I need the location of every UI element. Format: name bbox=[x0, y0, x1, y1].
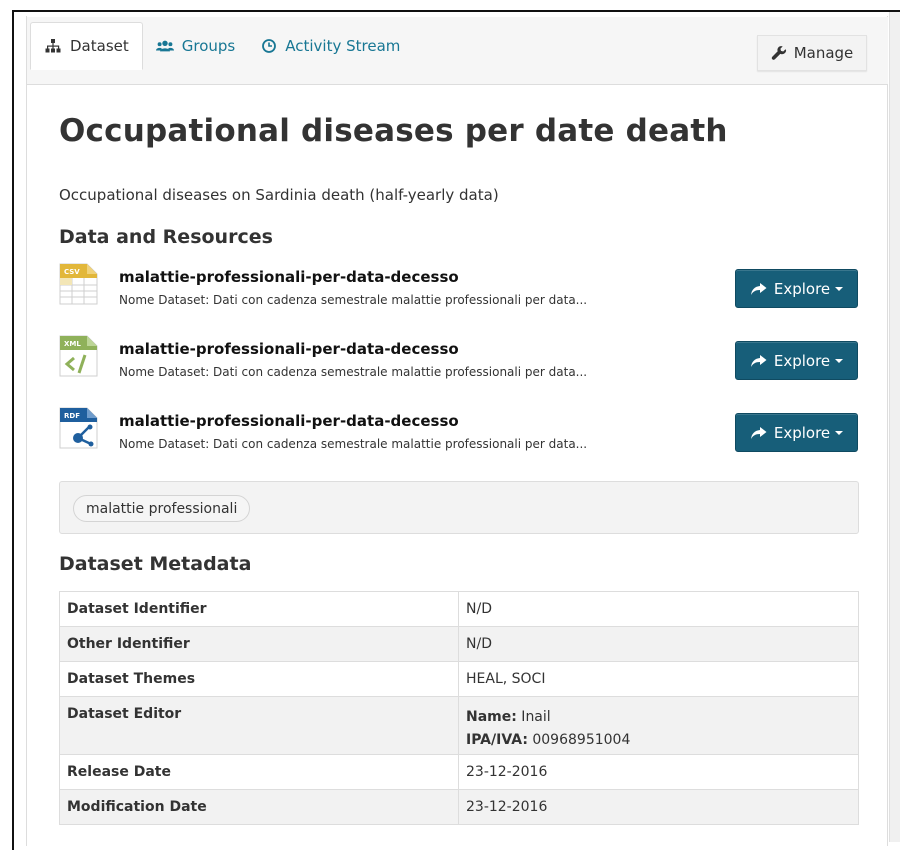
table-row: Release Date 23-12-2016 bbox=[59, 754, 859, 790]
metadata-value: N/D bbox=[458, 626, 859, 662]
editor-ipa: IPA/IVA: 00968951004 bbox=[466, 729, 851, 752]
metadata-value: 23-12-2016 bbox=[458, 754, 859, 790]
metadata-value: Name: Inail IPA/IVA: 00968951004 bbox=[458, 696, 859, 755]
resource-title-link[interactable]: malattie-professionali-per-data-decesso bbox=[119, 340, 459, 358]
table-row: Dataset Editor Name: Inail IPA/IVA: 0096… bbox=[59, 696, 859, 755]
resource-item: CSV malattie-professionali-per-data-dece… bbox=[59, 263, 859, 313]
editor-name: Name: Inail bbox=[466, 706, 851, 729]
share-arrow-icon bbox=[750, 282, 767, 295]
users-icon bbox=[155, 40, 174, 51]
caret-down-icon bbox=[835, 430, 844, 435]
resource-title-link[interactable]: malattie-professionali-per-data-decesso bbox=[119, 412, 459, 430]
csv-file-icon: CSV bbox=[59, 263, 98, 305]
scrollbar-track[interactable] bbox=[889, 12, 900, 842]
explore-button[interactable]: Explore bbox=[735, 341, 858, 380]
explore-button[interactable]: Explore bbox=[735, 413, 858, 452]
metadata-key: Modification Date bbox=[59, 789, 459, 825]
explore-button-label: Explore bbox=[773, 351, 831, 370]
metadata-value: 23-12-2016 bbox=[458, 789, 859, 825]
tab-activity-stream[interactable]: Activity Stream bbox=[248, 22, 413, 69]
table-row: Modification Date 23-12-2016 bbox=[59, 789, 859, 825]
resource-item: RDF malattie-professionali-per-data-dece… bbox=[59, 407, 859, 457]
manage-button[interactable]: Manage bbox=[757, 35, 867, 71]
editor-name-label: Name: bbox=[466, 709, 517, 725]
table-row: Dataset Themes HEAL, SOCI bbox=[59, 661, 859, 697]
xml-file-icon: XML bbox=[59, 335, 98, 377]
table-row: Dataset Identifier N/D bbox=[59, 591, 859, 627]
resource-description: Nome Dataset: Dati con cadenza semestral… bbox=[119, 293, 588, 307]
editor-ipa-value: 00968951004 bbox=[527, 732, 631, 748]
table-row: Other Identifier N/D bbox=[59, 626, 859, 662]
resource-description: Nome Dataset: Dati con cadenza semestral… bbox=[119, 365, 588, 379]
resource-item: XML malattie-professionali-per-data-dece… bbox=[59, 335, 859, 385]
explore-button-label: Explore bbox=[773, 279, 831, 298]
metadata-key: Dataset Themes bbox=[59, 661, 459, 697]
caret-down-icon bbox=[835, 358, 844, 363]
tab-label: Dataset bbox=[70, 37, 129, 55]
sitemap-icon bbox=[45, 39, 61, 53]
metadata-value: N/D bbox=[458, 591, 859, 627]
tab-label: Groups bbox=[181, 36, 236, 55]
caret-down-icon bbox=[835, 286, 844, 291]
share-arrow-icon bbox=[750, 354, 767, 367]
page-title: Occupational diseases per date death bbox=[59, 113, 728, 149]
resource-description: Nome Dataset: Dati con cadenza semestral… bbox=[119, 437, 588, 451]
tag-pill[interactable]: malattie professionali bbox=[73, 495, 251, 522]
metadata-key: Other Identifier bbox=[59, 626, 459, 662]
metadata-key: Dataset Identifier bbox=[59, 591, 459, 627]
tab-bar: Dataset Groups Activity Stream bbox=[30, 22, 413, 70]
svg-text:CSV: CSV bbox=[64, 268, 80, 276]
tags-panel: malattie professionali bbox=[59, 481, 859, 534]
metadata-value: HEAL, SOCI bbox=[458, 661, 859, 697]
svg-text:RDF: RDF bbox=[64, 412, 80, 420]
metadata-key: Release Date bbox=[59, 754, 459, 790]
metadata-heading: Dataset Metadata bbox=[59, 553, 252, 575]
tab-label: Activity Stream bbox=[285, 36, 401, 55]
metadata-table: Dataset Identifier N/D Other Identifier … bbox=[59, 591, 859, 825]
resource-title-link[interactable]: malattie-professionali-per-data-decesso bbox=[119, 268, 459, 286]
tab-groups[interactable]: Groups bbox=[143, 22, 248, 69]
editor-ipa-label: IPA/IVA: bbox=[466, 732, 528, 748]
metadata-key: Dataset Editor bbox=[59, 696, 459, 755]
editor-name-value: Inail bbox=[516, 709, 551, 725]
dataset-description: Occupational diseases on Sardinia death … bbox=[59, 186, 499, 204]
rdf-file-icon: RDF bbox=[59, 407, 98, 449]
resources-heading: Data and Resources bbox=[59, 226, 273, 248]
explore-button[interactable]: Explore bbox=[735, 269, 858, 308]
clock-icon bbox=[262, 38, 277, 53]
explore-button-label: Explore bbox=[773, 423, 831, 442]
tab-dataset[interactable]: Dataset bbox=[30, 22, 143, 70]
share-arrow-icon bbox=[750, 426, 767, 439]
manage-button-label: Manage bbox=[793, 44, 854, 62]
svg-text:XML: XML bbox=[64, 340, 81, 348]
wrench-icon bbox=[771, 46, 786, 60]
